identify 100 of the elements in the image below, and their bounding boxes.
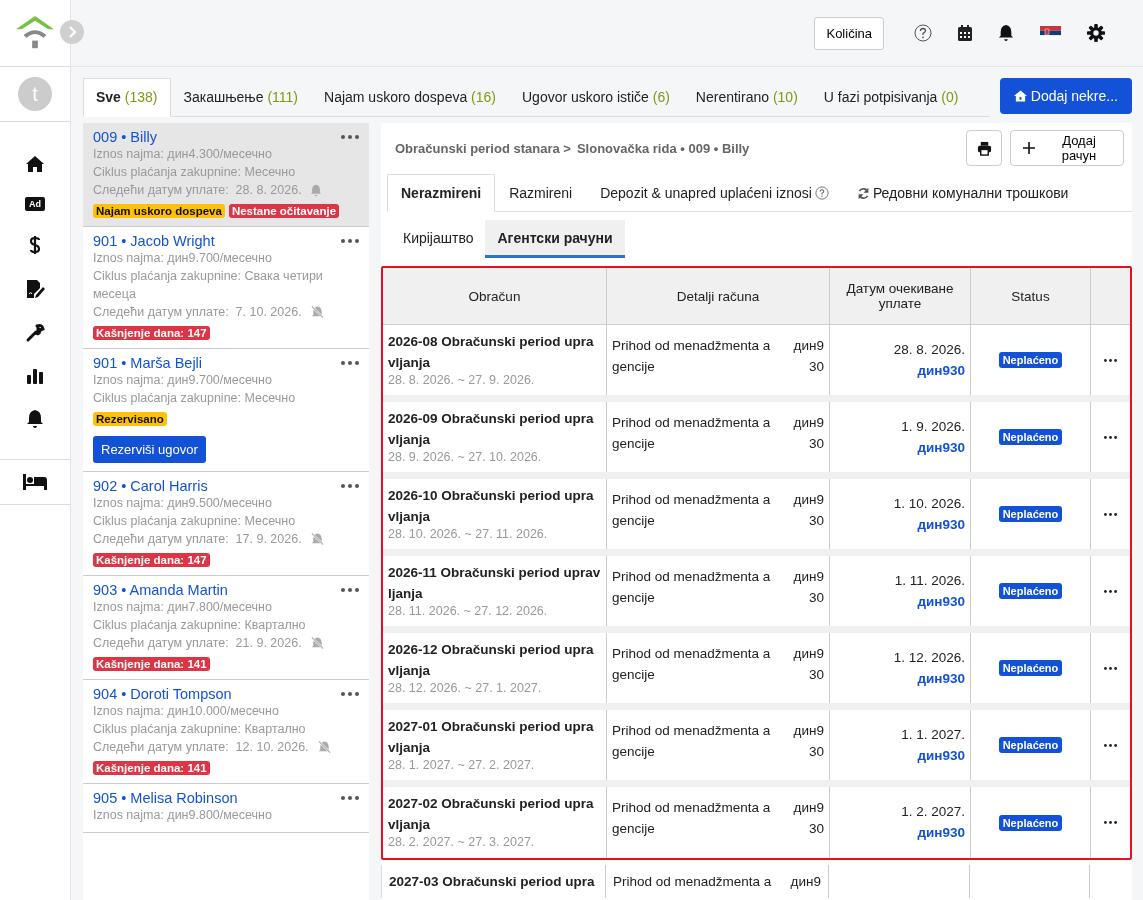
- bill-amount: дин930: [792, 337, 824, 376]
- more-icon[interactable]: [1104, 512, 1117, 516]
- more-icon[interactable]: [341, 796, 359, 800]
- period-title: 2026-12 Obračunski period upravljanja: [388, 641, 595, 680]
- detail-tab[interactable]: Nerazmireni: [387, 174, 496, 212]
- status-badge: Neplaćeno: [998, 506, 1063, 522]
- bell-icon[interactable]: [26, 409, 44, 429]
- dollar-icon[interactable]: [29, 235, 41, 255]
- more-icon[interactable]: [1104, 743, 1117, 747]
- filter-tab[interactable]: Nerentirano (10): [682, 78, 811, 117]
- unit-card[interactable]: 901 • Marša Bejli Iznos najma: дин9.700/месечно Ciklus plaćanja zakupnine: Месечно Rezervisano Rezerviši ugovor: [83, 349, 369, 472]
- status-badge: Neplaćeno: [998, 737, 1063, 753]
- unit-card[interactable]: 902 • Carol Harris Iznos najma: дин9.500/месечно Ciklus plaćanja zakupnine: Месечно Следећи датум уплате: 17. 9. 2026. Kašnjenje dana: 147: [83, 472, 369, 576]
- unit-title[interactable]: 905 • Melisa Robinson: [93, 790, 238, 806]
- due-amount[interactable]: дин930: [917, 437, 965, 458]
- unit-title[interactable]: 009 • Billy: [93, 129, 157, 145]
- breadcrumb-item[interactable]: Slonovačka rida • 009 • Billy: [576, 140, 750, 156]
- expected-date: 1. 9. 2026.: [901, 418, 965, 436]
- rent-amount: Iznos najma: дин4.300/месечно: [93, 146, 273, 163]
- reserve-contract-button[interactable]: Rezerviši ugovor: [93, 436, 206, 463]
- more-icon[interactable]: [341, 588, 359, 592]
- payment-cycle: Ciklus plaćanja zakupnine: Квартално: [93, 617, 307, 634]
- settings-icon[interactable]: [1087, 24, 1105, 42]
- calendar-icon[interactable]: [958, 25, 972, 41]
- detail-tab[interactable]: Razmireni: [495, 174, 587, 212]
- due-amount[interactable]: дин930: [917, 745, 965, 766]
- more-icon[interactable]: [1104, 358, 1117, 362]
- period-range: 28. 11. 2026. ~ 27. 12. 2026.: [388, 604, 549, 618]
- help-icon: [814, 186, 829, 200]
- status-tag: Kašnjenje dana: 147: [93, 326, 210, 340]
- flag-icon[interactable]: [1040, 26, 1061, 40]
- period-range: 28. 1. 2027. ~ 27. 2. 2027.: [388, 758, 536, 772]
- payment-cycle: Ciklus plaćanja zakupnine: Месечно: [93, 513, 297, 530]
- unit-title[interactable]: 903 • Amanda Martin: [93, 582, 228, 598]
- help-icon[interactable]: [914, 24, 932, 42]
- wrench-icon[interactable]: [25, 323, 45, 343]
- bell-icon[interactable]: [998, 24, 1014, 42]
- detail-tab[interactable]: Редовни комунални трошкови: [842, 174, 1083, 212]
- bill-detail: Prihod od menadžmenta agencije: [612, 722, 772, 761]
- status-badge: Neplaćeno: [998, 814, 1063, 831]
- bed-icon[interactable]: [23, 474, 47, 490]
- due-amount[interactable]: дин930: [917, 668, 965, 689]
- unit-card[interactable]: 903 • Amanda Martin Iznos najma: дин7.800/месечно Ciklus plaćanja zakupnine: Квартално Следећи датум уплате: 21. 9. 2026. Kašnjenje dana: 141: [83, 576, 369, 680]
- filter-tab[interactable]: Закашњење (111): [170, 78, 311, 117]
- more-icon[interactable]: [1104, 666, 1117, 670]
- more-icon[interactable]: [341, 484, 359, 488]
- status-tag: Najam uskoro dospeva: [93, 204, 225, 218]
- filter-tab[interactable]: Sve (138): [83, 78, 171, 117]
- more-icon[interactable]: [341, 361, 359, 365]
- unit-title[interactable]: 904 • Doroti Tompson: [93, 686, 232, 702]
- unit-card[interactable]: 905 • Melisa Robinson Iznos najma: дин9.800/месечно: [83, 784, 369, 833]
- expected-date: 1. 2. 2027.: [901, 803, 965, 821]
- bar-chart-icon[interactable]: [26, 367, 44, 385]
- filter-tab[interactable]: Najam uskoro dospeva (16): [311, 78, 509, 117]
- column-header: Status: [971, 268, 1091, 324]
- unit-title[interactable]: 902 • Carol Harris: [93, 478, 208, 494]
- ad-icon[interactable]: Ad: [25, 197, 45, 211]
- period-title: 2026-09 Obračunski period upravljanja: [388, 410, 595, 449]
- unit-card[interactable]: 009 • Billy Iznos najma: дин4.300/месечно Ciklus plaćanja zakupnine: Месечно Следећи датум уплате: 28. 8. 2026. Najam uskoro dospeva Nestane očitavanje: [83, 123, 369, 227]
- filter-tab[interactable]: Ugovor uskoro ističe (6): [509, 78, 683, 117]
- due-amount[interactable]: дин930: [917, 591, 965, 612]
- due-amount[interactable]: дин930: [917, 822, 965, 843]
- unit-card[interactable]: 904 • Doroti Tompson Iznos najma: дин10.000/месечно Ciklus plaćanja zakupnine: Квартално Следећи датум уплате: 12. 10. 2026. Kašnjenje dana: 141: [83, 680, 369, 784]
- bill-amount: дин930: [792, 491, 824, 530]
- payment-cycle: Ciklus plaćanja zakupnine: Квартално: [93, 721, 307, 738]
- document-pen-icon[interactable]: [25, 279, 45, 299]
- more-icon[interactable]: [341, 239, 359, 243]
- status-tag: Rezervisano: [93, 412, 167, 426]
- sub-tab[interactable]: Агентски рачуни: [485, 220, 625, 258]
- period-range: 28. 2. 2027. ~ 27. 3. 2027.: [388, 835, 536, 849]
- next-payment-date: Следећи датум уплате: 7. 10. 2026.: [93, 304, 302, 321]
- unit-title[interactable]: 901 • Jacob Wright: [93, 233, 215, 249]
- due-amount[interactable]: дин930: [917, 514, 965, 535]
- next-payment-date: Следећи датум уплате: 12. 10. 2026.: [93, 739, 309, 756]
- breadcrumb-item[interactable]: Obračunski period stanara >: [395, 140, 571, 156]
- home-icon[interactable]: [25, 155, 45, 173]
- sub-tab[interactable]: Кирijaштво: [391, 220, 486, 258]
- more-icon[interactable]: [341, 692, 359, 696]
- unit-title[interactable]: 901 • Marša Bejli: [93, 355, 203, 371]
- more-icon[interactable]: [1104, 435, 1117, 439]
- quantity-button[interactable]: Količina: [814, 16, 884, 50]
- more-icon[interactable]: [341, 135, 359, 139]
- filter-tab[interactable]: U fazi potpisivanja (0): [810, 78, 972, 117]
- add-property-button[interactable]: Dodaj nekre...: [999, 78, 1132, 114]
- print-button[interactable]: [966, 130, 1002, 166]
- bill-detail: Prihod od menadžmenta agencije: [612, 337, 772, 376]
- payment-cycle: Ciklus plaćanja zakupnine: Месечно: [93, 390, 297, 407]
- period-range: 28. 10. 2026. ~ 27. 11. 2026.: [388, 527, 549, 541]
- more-icon[interactable]: [1104, 589, 1117, 593]
- rent-amount: Iznos najma: дин9.700/месечно: [93, 250, 273, 267]
- bill-amount: дин930: [792, 414, 824, 453]
- add-bill-button[interactable]: Додај рачун: [1010, 130, 1124, 166]
- status-badge: Neplaćeno: [998, 583, 1063, 599]
- unit-card[interactable]: 901 • Jacob Wright Iznos najma: дин9.700/месечно Ciklus plaćanja zakupnine: Свака четири месеца Следећи датум уплате: 7. 10. 2026. Kašnjenje dana: 147: [83, 227, 369, 349]
- status-tag: Kašnjenje dana: 141: [93, 761, 210, 775]
- due-amount[interactable]: дин930: [917, 360, 965, 381]
- payment-cycle: Ciklus plaćanja zakupnine: Месечно: [93, 164, 297, 181]
- detail-tab[interactable]: Depozit & unapred uplaćeni iznosi: [586, 174, 843, 212]
- bill-detail: Prihod od menadžmenta agencije: [612, 799, 772, 838]
- more-icon[interactable]: [1104, 821, 1117, 824]
